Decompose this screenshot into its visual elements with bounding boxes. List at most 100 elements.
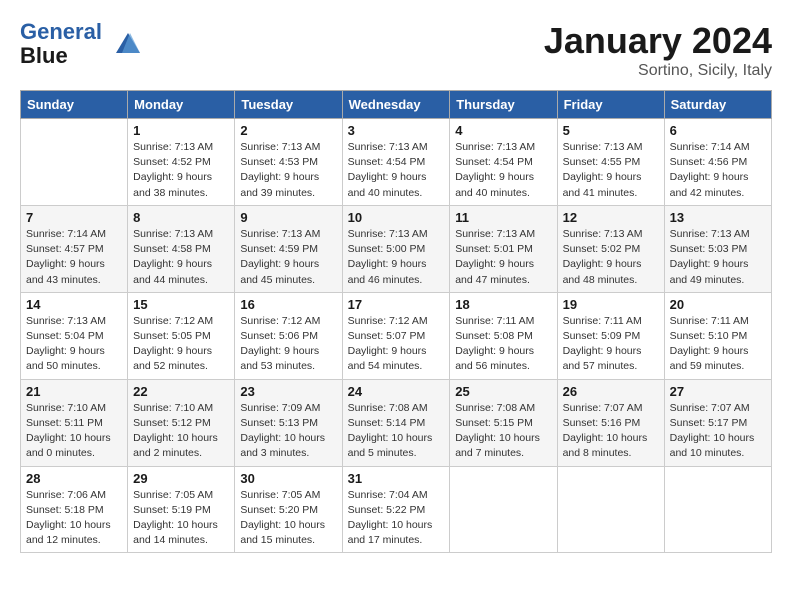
- day-number: 2: [240, 123, 336, 138]
- day-info: Sunrise: 7:07 AM Sunset: 5:16 PM Dayligh…: [563, 401, 659, 462]
- day-info: Sunrise: 7:13 AM Sunset: 5:00 PM Dayligh…: [348, 227, 445, 288]
- day-info: Sunrise: 7:12 AM Sunset: 5:07 PM Dayligh…: [348, 314, 445, 375]
- day-number: 24: [348, 384, 445, 399]
- day-info: Sunrise: 7:09 AM Sunset: 5:13 PM Dayligh…: [240, 401, 336, 462]
- calendar-cell: 15 Sunrise: 7:12 AM Sunset: 5:05 PM Dayli…: [128, 292, 235, 379]
- logo: General Blue: [20, 20, 144, 68]
- day-number: 16: [240, 297, 336, 312]
- calendar-cell: 3 Sunrise: 7:13 AM Sunset: 4:54 PM Daylig…: [342, 119, 450, 206]
- calendar-cell: 10 Sunrise: 7:13 AM Sunset: 5:00 PM Dayli…: [342, 205, 450, 292]
- calendar-cell: [557, 466, 664, 553]
- day-info: Sunrise: 7:13 AM Sunset: 5:03 PM Dayligh…: [670, 227, 766, 288]
- day-info: Sunrise: 7:14 AM Sunset: 4:56 PM Dayligh…: [670, 140, 766, 201]
- day-number: 31: [348, 471, 445, 486]
- calendar-cell: [450, 466, 557, 553]
- day-info: Sunrise: 7:13 AM Sunset: 4:59 PM Dayligh…: [240, 227, 336, 288]
- month-title: January 2024: [544, 20, 772, 62]
- logo-text: General Blue: [20, 20, 102, 68]
- calendar-body: 1 Sunrise: 7:13 AM Sunset: 4:52 PM Daylig…: [21, 119, 772, 553]
- day-number: 22: [133, 384, 229, 399]
- dow-header: Tuesday: [235, 91, 342, 119]
- day-info: Sunrise: 7:10 AM Sunset: 5:12 PM Dayligh…: [133, 401, 229, 462]
- day-info: Sunrise: 7:13 AM Sunset: 5:01 PM Dayligh…: [455, 227, 551, 288]
- day-number: 27: [670, 384, 766, 399]
- day-number: 30: [240, 471, 336, 486]
- day-info: Sunrise: 7:10 AM Sunset: 5:11 PM Dayligh…: [26, 401, 122, 462]
- calendar-cell: 31Sunrise: 7:04 AM Sunset: 5:22 PM Dayli…: [342, 466, 450, 553]
- calendar-cell: 30 Sunrise: 7:05 AM Sunset: 5:20 PM Dayli…: [235, 466, 342, 553]
- calendar-week-row: 21Sunrise: 7:10 AM Sunset: 5:11 PM Dayli…: [21, 379, 772, 466]
- day-number: 29: [133, 471, 229, 486]
- day-number: 18: [455, 297, 551, 312]
- day-number: 11: [455, 210, 551, 225]
- day-number: 6: [670, 123, 766, 138]
- day-info: Sunrise: 7:05 AM Sunset: 5:20 PM Dayligh…: [240, 488, 336, 549]
- calendar-week-row: 28 Sunrise: 7:06 AM Sunset: 5:18 PM Dayli…: [21, 466, 772, 553]
- dow-header: Sunday: [21, 91, 128, 119]
- day-number: 8: [133, 210, 229, 225]
- day-number: 9: [240, 210, 336, 225]
- calendar-cell: 18Sunrise: 7:11 AM Sunset: 5:08 PM Dayli…: [450, 292, 557, 379]
- day-number: 10: [348, 210, 445, 225]
- calendar-cell: 17 Sunrise: 7:12 AM Sunset: 5:07 PM Dayli…: [342, 292, 450, 379]
- calendar-cell: 21Sunrise: 7:10 AM Sunset: 5:11 PM Dayli…: [21, 379, 128, 466]
- day-number: 26: [563, 384, 659, 399]
- day-info: Sunrise: 7:06 AM Sunset: 5:18 PM Dayligh…: [26, 488, 122, 549]
- location-subtitle: Sortino, Sicily, Italy: [544, 62, 772, 80]
- day-number: 15: [133, 297, 229, 312]
- calendar-week-row: 14Sunrise: 7:13 AM Sunset: 5:04 PM Dayli…: [21, 292, 772, 379]
- day-number: 3: [348, 123, 445, 138]
- day-number: 13: [670, 210, 766, 225]
- calendar-cell: 13 Sunrise: 7:13 AM Sunset: 5:03 PM Dayli…: [664, 205, 771, 292]
- calendar-cell: 27 Sunrise: 7:07 AM Sunset: 5:17 PM Dayli…: [664, 379, 771, 466]
- day-number: 4: [455, 123, 551, 138]
- calendar-cell: 23 Sunrise: 7:09 AM Sunset: 5:13 PM Dayli…: [235, 379, 342, 466]
- calendar-cell: 6 Sunrise: 7:14 AM Sunset: 4:56 PM Daylig…: [664, 119, 771, 206]
- day-number: 7: [26, 210, 122, 225]
- calendar-cell: 16Sunrise: 7:12 AM Sunset: 5:06 PM Dayli…: [235, 292, 342, 379]
- calendar-cell: 11 Sunrise: 7:13 AM Sunset: 5:01 PM Dayli…: [450, 205, 557, 292]
- calendar-cell: 25Sunrise: 7:08 AM Sunset: 5:15 PM Dayli…: [450, 379, 557, 466]
- calendar-cell: 14Sunrise: 7:13 AM Sunset: 5:04 PM Dayli…: [21, 292, 128, 379]
- calendar-week-row: 1 Sunrise: 7:13 AM Sunset: 4:52 PM Daylig…: [21, 119, 772, 206]
- day-info: Sunrise: 7:11 AM Sunset: 5:09 PM Dayligh…: [563, 314, 659, 375]
- calendar-cell: 26 Sunrise: 7:07 AM Sunset: 5:16 PM Dayli…: [557, 379, 664, 466]
- day-number: 14: [26, 297, 122, 312]
- day-number: 23: [240, 384, 336, 399]
- day-number: 12: [563, 210, 659, 225]
- day-info: Sunrise: 7:11 AM Sunset: 5:10 PM Dayligh…: [670, 314, 766, 375]
- calendar-cell: 20 Sunrise: 7:11 AM Sunset: 5:10 PM Dayli…: [664, 292, 771, 379]
- calendar-cell: 2Sunrise: 7:13 AM Sunset: 4:53 PM Daylig…: [235, 119, 342, 206]
- day-number: 28: [26, 471, 122, 486]
- day-info: Sunrise: 7:13 AM Sunset: 4:55 PM Dayligh…: [563, 140, 659, 201]
- calendar-cell: 7 Sunrise: 7:14 AM Sunset: 4:57 PM Daylig…: [21, 205, 128, 292]
- calendar-cell: 29 Sunrise: 7:05 AM Sunset: 5:19 PM Dayli…: [128, 466, 235, 553]
- page-header: General Blue January 2024 Sortino, Sicil…: [20, 20, 772, 80]
- day-info: Sunrise: 7:13 AM Sunset: 4:58 PM Dayligh…: [133, 227, 229, 288]
- calendar-week-row: 7 Sunrise: 7:14 AM Sunset: 4:57 PM Daylig…: [21, 205, 772, 292]
- day-number: 17: [348, 297, 445, 312]
- calendar-cell: 28 Sunrise: 7:06 AM Sunset: 5:18 PM Dayli…: [21, 466, 128, 553]
- calendar-cell: [664, 466, 771, 553]
- day-number: 20: [670, 297, 766, 312]
- day-number: 5: [563, 123, 659, 138]
- calendar-cell: 19Sunrise: 7:11 AM Sunset: 5:09 PM Dayli…: [557, 292, 664, 379]
- logo-icon: [106, 25, 144, 63]
- day-info: Sunrise: 7:13 AM Sunset: 4:54 PM Dayligh…: [455, 140, 551, 201]
- calendar-table: SundayMondayTuesdayWednesdayThursdayFrid…: [20, 90, 772, 553]
- day-info: Sunrise: 7:08 AM Sunset: 5:15 PM Dayligh…: [455, 401, 551, 462]
- day-info: Sunrise: 7:13 AM Sunset: 4:52 PM Dayligh…: [133, 140, 229, 201]
- dow-header: Wednesday: [342, 91, 450, 119]
- day-info: Sunrise: 7:14 AM Sunset: 4:57 PM Dayligh…: [26, 227, 122, 288]
- calendar-cell: 22 Sunrise: 7:10 AM Sunset: 5:12 PM Dayli…: [128, 379, 235, 466]
- day-info: Sunrise: 7:05 AM Sunset: 5:19 PM Dayligh…: [133, 488, 229, 549]
- day-info: Sunrise: 7:13 AM Sunset: 4:54 PM Dayligh…: [348, 140, 445, 201]
- dow-header: Saturday: [664, 91, 771, 119]
- day-info: Sunrise: 7:12 AM Sunset: 5:05 PM Dayligh…: [133, 314, 229, 375]
- day-info: Sunrise: 7:07 AM Sunset: 5:17 PM Dayligh…: [670, 401, 766, 462]
- days-of-week-row: SundayMondayTuesdayWednesdayThursdayFrid…: [21, 91, 772, 119]
- calendar-cell: 24Sunrise: 7:08 AM Sunset: 5:14 PM Dayli…: [342, 379, 450, 466]
- calendar-cell: 1 Sunrise: 7:13 AM Sunset: 4:52 PM Daylig…: [128, 119, 235, 206]
- day-number: 1: [133, 123, 229, 138]
- calendar-cell: 9 Sunrise: 7:13 AM Sunset: 4:59 PM Daylig…: [235, 205, 342, 292]
